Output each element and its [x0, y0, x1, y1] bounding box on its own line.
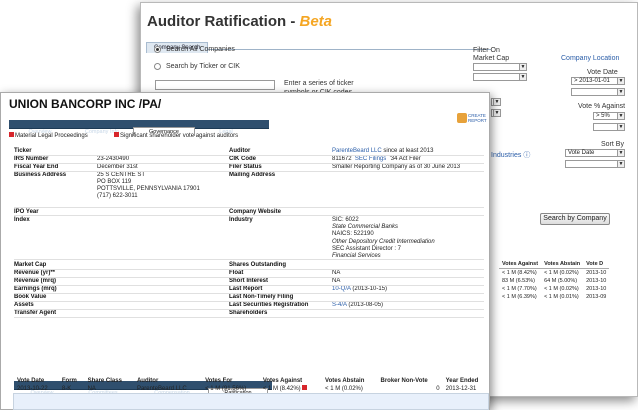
sec-filings-link[interactable]: SEC Filings	[355, 156, 386, 162]
search-by-company-button[interactable]: Search by Company	[540, 213, 610, 225]
industry-details: SIC: 6022 State Commercial Banks NAICS: …	[332, 217, 435, 260]
market-cap-max-select[interactable]: ▼	[473, 73, 527, 81]
filter-on-label: Filter On	[473, 47, 500, 54]
company-detail-window: UNION BANCORP INC /PA/ Overview Company I…	[0, 92, 490, 410]
page-title: Auditor Ratification - Beta	[147, 13, 333, 30]
vote-date-extra-select[interactable]: ▼	[571, 88, 625, 96]
auditor-link[interactable]: ParenteBeard LLC	[134, 384, 202, 393]
filter-select-b[interactable]: ▼	[491, 109, 501, 117]
flag-shareholder-vote[interactable]: Significant shareholder vote against aud…	[114, 132, 238, 139]
search-ticker-radio[interactable]	[154, 63, 161, 70]
search-ticker-label: Search by Ticker or CIK	[166, 63, 240, 70]
search-all-label: Search All Companies	[166, 46, 235, 53]
vote-pct-against-label: Vote % Against	[578, 103, 626, 110]
red-flag-icon	[9, 132, 14, 137]
company-name: UNION BANCORP INC /PA/	[9, 97, 162, 111]
last-report-link[interactable]: 10-Q/A	[332, 286, 351, 292]
vote-date-label: Vote Date	[587, 69, 618, 76]
sort-by-label: Sort By	[601, 141, 624, 148]
vote-pct-extra-select[interactable]: ▼	[593, 123, 625, 131]
table-row[interactable]: < 1 M (8.42%) < 1 M (0.02%) 2013-10	[499, 269, 609, 278]
col-vote-date: Vote D	[583, 260, 610, 269]
vote-date-select[interactable]: > 2013-01-01 ▼	[571, 77, 625, 85]
info-icon: ⓘ	[523, 152, 531, 159]
sort-order-select[interactable]: ▼	[565, 160, 625, 168]
registration-link[interactable]: S-4/A	[332, 302, 347, 308]
vote-pct-select[interactable]: > 5% ▼	[593, 112, 625, 120]
company-location-link[interactable]: Company Location	[561, 55, 619, 62]
col-votes-abstain: Votes Abstain	[541, 260, 584, 269]
red-flag-icon	[301, 385, 307, 390]
search-all-radio[interactable]	[154, 46, 161, 53]
market-cap-label: Market Cap	[473, 55, 510, 62]
col-votes-against: Votes Against	[499, 260, 542, 269]
company-tabbar: Overview Company Info Governance Legal	[9, 120, 269, 136]
sort-by-select[interactable]: Vote Date ▼	[565, 149, 625, 157]
ratification-table: Vote Date Form Share Class Auditor Votes…	[13, 378, 489, 410]
ticker-hint-line-1: Enter a series of ticker	[284, 80, 354, 87]
report-icon	[457, 113, 467, 123]
table-row[interactable]: 83 M (6.53%) 64 M (5.00%) 2013-10	[499, 277, 609, 285]
flag-legal-proceedings[interactable]: Material Legal Proceedings	[9, 132, 88, 139]
auditor-link[interactable]: ParenteBeard LLC	[332, 148, 382, 154]
market-cap-min-select[interactable]: ▼	[473, 63, 527, 71]
table-row[interactable]: < 1 M (7.70%) < 1 M (0.02%) 2013-10	[499, 285, 609, 293]
beta-badge: Beta	[299, 13, 333, 30]
industries-link[interactable]: Industries ⓘ	[491, 150, 530, 160]
results-table: Votes Against Votes Abstain Vote D < 1 M…	[499, 260, 610, 301]
table-row[interactable]: 2013-10-22 8-K NA ParenteBeard LLC < 1 M…	[14, 384, 490, 393]
filter-select-a[interactable]: ▼	[491, 98, 501, 106]
form-link[interactable]: 8-K	[59, 384, 85, 393]
ticker-textarea[interactable]	[155, 80, 275, 90]
red-flag-icon	[114, 132, 119, 137]
table-row[interactable]: < 1 M (6.39%) < 1 M (0.01%) 2013-09	[499, 293, 609, 301]
